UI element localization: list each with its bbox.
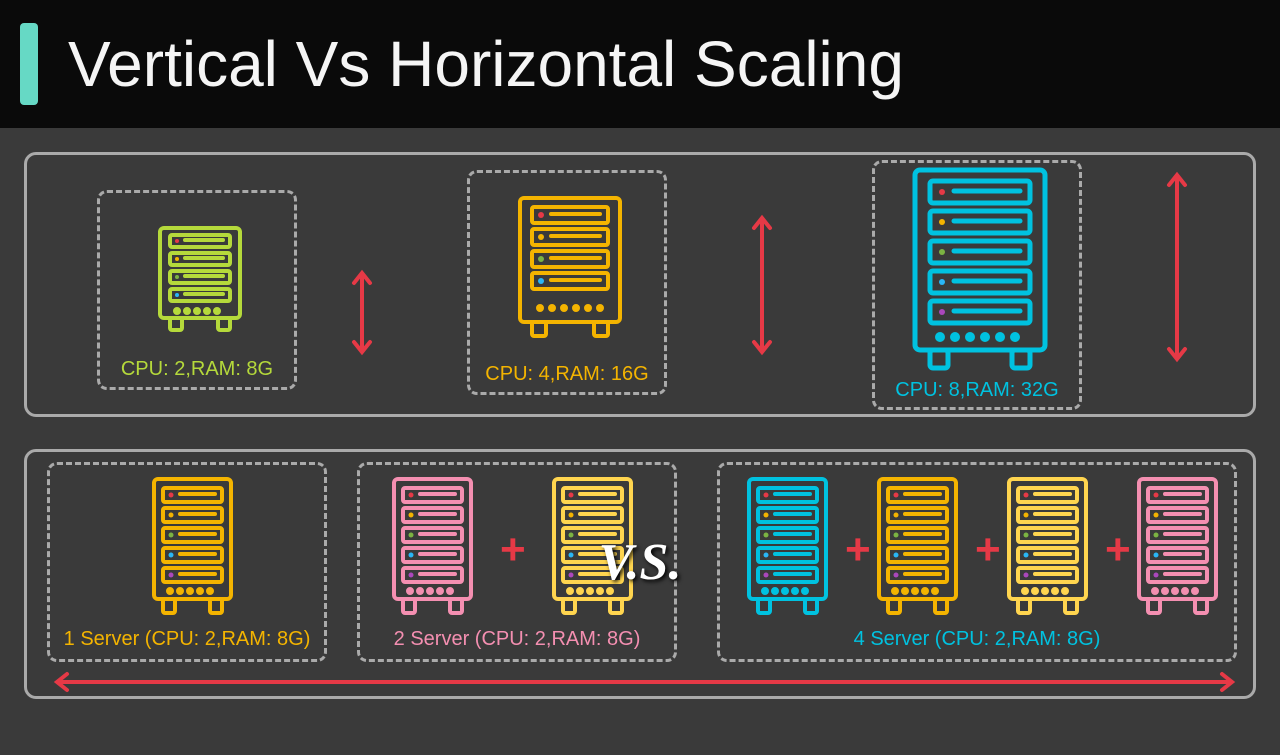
plus-icon: + [500, 525, 526, 575]
server-icon [515, 193, 625, 343]
content: CPU: 2,RAM: 8G [0, 128, 1280, 755]
plus-icon: + [975, 525, 1001, 575]
vertical-arrow-icon [747, 210, 777, 360]
plus-icon: + [1105, 525, 1131, 575]
header: Vertical Vs Horizontal Scaling [0, 0, 1280, 128]
server-icon [390, 475, 475, 620]
server-group-small: CPU: 2,RAM: 8G [97, 190, 297, 390]
vs-divider: V.S. [599, 533, 682, 592]
server-group-large: CPU: 8,RAM: 32G [872, 160, 1082, 410]
server-icon [1005, 475, 1090, 620]
server-icon [910, 165, 1050, 375]
server-spec-label: CPU: 4,RAM: 16G [470, 363, 664, 386]
accent-bar [20, 23, 38, 105]
server-cluster-4: + + [717, 462, 1237, 662]
server-spec-label: CPU: 8,RAM: 32G [875, 379, 1079, 402]
page-title: Vertical Vs Horizontal Scaling [68, 27, 904, 101]
server-icon [745, 475, 830, 620]
cluster-label: 1 Server (CPU: 2,RAM: 8G) [50, 628, 324, 651]
server-group-medium: CPU: 4,RAM: 16G [467, 170, 667, 395]
horizontal-arrow-icon [47, 670, 1242, 694]
cluster-label: 2 Server (CPU: 2,RAM: 8G) [360, 628, 674, 651]
vertical-arrow-icon [347, 265, 377, 360]
server-icon [875, 475, 960, 620]
server-spec-label: CPU: 2,RAM: 8G [100, 358, 294, 381]
cluster-label: 4 Server (CPU: 2,RAM: 8G) [720, 628, 1234, 651]
vertical-arrow-icon [1162, 167, 1192, 367]
plus-icon: + [845, 525, 871, 575]
server-icon [150, 475, 235, 620]
server-cluster-1: 1 Server (CPU: 2,RAM: 8G) [47, 462, 327, 662]
server-icon [1135, 475, 1220, 620]
server-icon [155, 223, 245, 338]
vertical-scaling-panel: CPU: 2,RAM: 8G [24, 152, 1256, 417]
